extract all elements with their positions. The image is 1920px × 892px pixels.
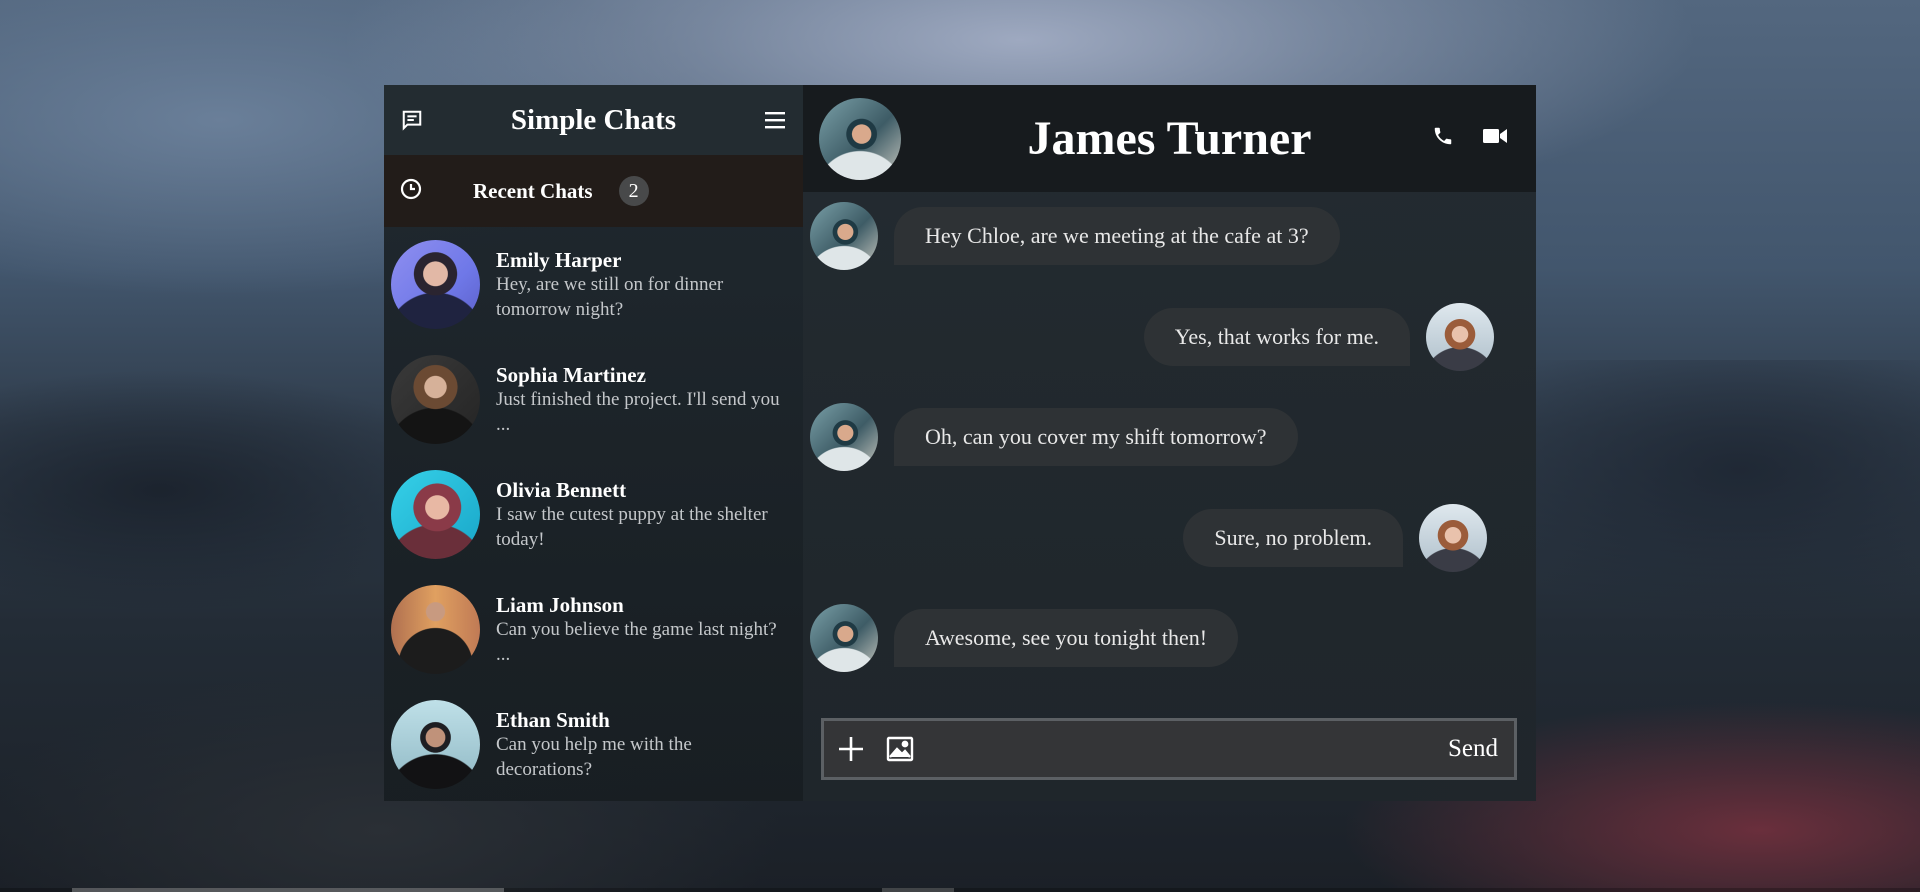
recent-count-badge: 2 [618, 176, 649, 206]
scrollbar-thumb-secondary[interactable] [882, 888, 954, 892]
chat-item-liam-johnson[interactable]: Liam Johnson Can you believe the game la… [384, 572, 803, 687]
plus-icon[interactable] [836, 734, 866, 764]
contact-name: James Turner [1027, 112, 1312, 165]
chat-name: Ethan Smith [496, 707, 610, 732]
recent-chats-label: Recent Chats [473, 178, 593, 203]
chat-list: Emily Harper Hey, are we still on for di… [384, 227, 803, 801]
message-bubble: Awesome, see you tonight then! [894, 609, 1239, 667]
sidebar-header: Simple Chats [384, 85, 803, 155]
message-list: Hey Chloe, are we meeting at the cafe at… [803, 192, 1536, 697]
video-camera-icon[interactable] [1482, 125, 1508, 152]
sender-avatar [810, 604, 878, 672]
message-incoming: Oh, can you cover my shift tomorrow? [810, 403, 1298, 471]
conversation-panel: James Turner Hey Chloe, are we meeting a… [803, 85, 1536, 801]
chat-item-sophia-martinez[interactable]: Sophia Martinez Just finished the projec… [384, 342, 803, 457]
chat-name: Sophia Martinez [496, 362, 646, 387]
chat-name: Olivia Bennett [496, 477, 627, 502]
message-incoming: Hey Chloe, are we meeting at the cafe at… [810, 202, 1340, 270]
avatar [391, 700, 480, 789]
message-bubble: Sure, no problem. [1183, 509, 1403, 567]
app-title: Simple Chats [510, 103, 677, 136]
composer: Send [803, 697, 1536, 801]
avatar [391, 355, 480, 444]
message-bubble: Yes, that works for me. [1143, 308, 1410, 366]
message-input[interactable] [928, 721, 1448, 777]
message-incoming: Awesome, see you tonight then! [810, 604, 1239, 672]
message-bubble: Oh, can you cover my shift tomorrow? [894, 408, 1298, 466]
message-bubble: Hey Chloe, are we meeting at the cafe at… [894, 207, 1340, 265]
hamburger-menu-icon[interactable] [763, 108, 787, 132]
clock-icon [399, 177, 423, 206]
chat-app-window: Simple Chats Recent Chats 2 Emily Harper [384, 85, 1536, 801]
sidebar: Simple Chats Recent Chats 2 Emily Harper [384, 85, 803, 801]
avatar [391, 240, 480, 329]
chat-item-ethan-smith[interactable]: Ethan Smith Can you help me with the dec… [384, 687, 803, 801]
phone-icon[interactable] [1432, 125, 1454, 152]
message-outgoing: Sure, no problem. [1183, 504, 1487, 572]
contact-avatar[interactable] [819, 97, 901, 180]
chat-preview: I saw the cutest puppy at the shelter to… [496, 503, 768, 550]
scrollbar-thumb[interactable] [72, 888, 504, 892]
send-button[interactable]: Send [1448, 735, 1498, 763]
recent-chats-bar[interactable]: Recent Chats 2 [384, 155, 803, 227]
sender-avatar [1426, 303, 1494, 371]
chat-preview: Just finished the project. I'll send you… [496, 388, 780, 435]
chat-item-olivia-bennett[interactable]: Olivia Bennett I saw the cutest puppy at… [384, 457, 803, 572]
chat-preview: Can you help me with the decorations? [496, 733, 692, 780]
sender-avatar [810, 202, 878, 270]
message-outgoing: Yes, that works for me. [1143, 303, 1494, 371]
avatar [391, 470, 480, 559]
chat-preview: Hey, are we still on for dinner tomorrow… [496, 273, 724, 320]
sender-avatar [810, 403, 878, 471]
chat-item-emily-harper[interactable]: Emily Harper Hey, are we still on for di… [384, 227, 803, 342]
chat-name: Emily Harper [496, 247, 622, 272]
message-square-icon[interactable] [400, 108, 424, 132]
composer-box: Send [821, 718, 1517, 780]
conversation-header: James Turner [803, 85, 1536, 192]
sender-avatar [1419, 504, 1487, 572]
horizontal-scrollbar[interactable] [0, 888, 1920, 892]
image-icon[interactable] [886, 736, 914, 762]
avatar [391, 585, 480, 674]
chat-preview: Can you believe the game last night? ... [496, 618, 777, 665]
chat-name: Liam Johnson [496, 592, 624, 617]
